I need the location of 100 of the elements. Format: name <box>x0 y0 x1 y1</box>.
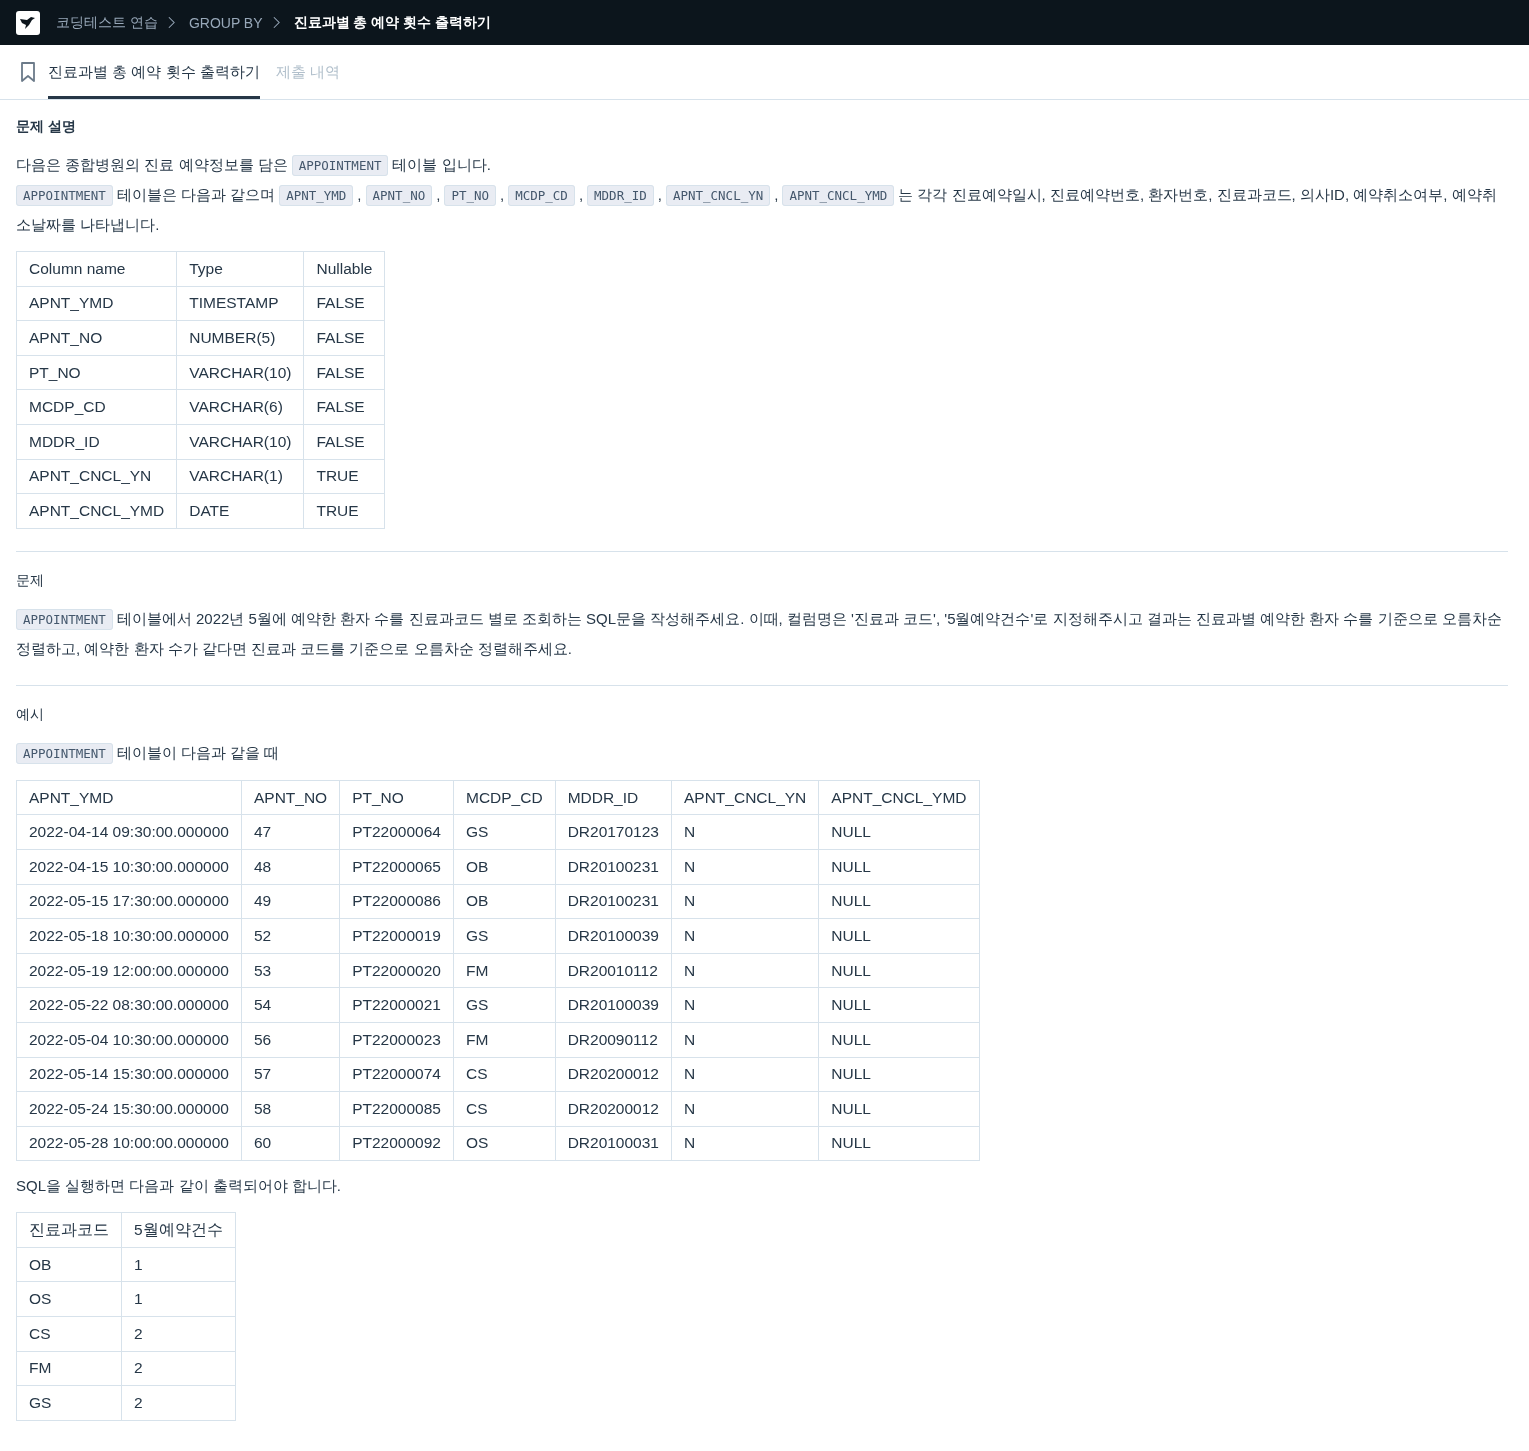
table-header-cell: Nullable <box>303 251 385 287</box>
table-cell: FALSE <box>303 389 385 425</box>
table-cell: 48 <box>241 849 340 885</box>
table-cell: 1 <box>121 1247 236 1282</box>
breadcrumb-link[interactable]: 코딩테스트 연습 <box>56 13 158 32</box>
table-cell: NULL <box>818 1126 980 1161</box>
table-cell: NULL <box>818 884 980 919</box>
table-cell: N <box>671 1057 819 1092</box>
breadcrumb-link[interactable]: GROUP BY <box>188 14 263 31</box>
breadcrumb-link[interactable]: 진료과별 총 예약 횟수 출력하기 <box>293 13 492 32</box>
table-cell: PT22000085 <box>339 1091 454 1127</box>
bookmark-icon[interactable] <box>20 62 36 82</box>
table-cell: DR20010112 <box>555 953 672 988</box>
table-cell: N <box>671 918 819 954</box>
paragraph-text: APPOINTMENT 테이블에서 2022년 5월에 예약한 환자 수를 진료과코드 별로 조회하는 SQL문을 작성해주세요. 이때, 컬럼명은 '진료과 코드', '5월예약건수'로 지정해주시고 결과는 진료과별 예약한 환자 수를 기준으로 오름차순 정렬하고, 예약한 환자 수가 같다면 진료과 코드를 기준으로 오름차순 정렬해주세요. <box>16 607 1503 659</box>
table-cell: APNT_CNCL_YMD <box>16 493 177 529</box>
tab[interactable]: 진료과별 총 예약 횟수 출력하기 <box>48 45 260 99</box>
table-cell: VARCHAR(10) <box>176 424 304 460</box>
table-header-cell: APNT_CNCL_YN <box>671 780 819 815</box>
table-header-cell: Column name <box>16 251 177 287</box>
table-cell: 58 <box>241 1091 340 1127</box>
table-cell: 2022-05-15 17:30:00.000000 <box>16 884 242 919</box>
table-cell: NULL <box>818 814 980 850</box>
table-cell: DR20100231 <box>555 884 672 919</box>
table-cell: 57 <box>241 1057 340 1092</box>
table-cell: APNT_CNCL_YN <box>16 459 177 494</box>
table-cell: PT22000020 <box>339 953 454 988</box>
table-cell: PT_NO <box>16 355 177 390</box>
table-cell: OB <box>453 884 556 919</box>
table-header-cell: 진료과코드 <box>16 1212 122 1248</box>
table-cell: NULL <box>818 849 980 885</box>
section-heading: 예시 <box>16 705 45 724</box>
table-header-cell: APNT_YMD <box>16 780 242 815</box>
table-cell: NULL <box>818 918 980 954</box>
table-cell: PT22000019 <box>339 918 454 954</box>
table-cell: FALSE <box>303 355 385 390</box>
table-cell: N <box>671 849 819 885</box>
table-cell: PT22000021 <box>339 987 454 1023</box>
paragraph-text: APPOINTMENT 테이블이 다음과 같을 때 <box>16 737 1508 768</box>
table-cell: NULL <box>818 1022 980 1057</box>
table-cell: 2 <box>121 1351 236 1386</box>
table-cell: 2022-05-22 08:30:00.000000 <box>16 987 242 1023</box>
table-cell: MCDP_CD <box>16 389 177 425</box>
table-cell: N <box>671 814 819 850</box>
bird-logo-icon[interactable] <box>16 10 40 35</box>
table-header-cell: 5월예약건수 <box>121 1212 236 1248</box>
paragraph-text: SQL을 실행하면 다음과 같이 출력되어야 합니다. <box>16 1176 343 1197</box>
table-cell: MDDR_ID <box>16 424 177 460</box>
table-cell: TRUE <box>303 459 385 494</box>
table-cell: PT22000074 <box>339 1057 454 1092</box>
table-header-cell: APNT_NO <box>241 780 340 815</box>
table-cell: N <box>671 1022 819 1057</box>
table-cell: OB <box>453 849 556 885</box>
table-cell: VARCHAR(1) <box>176 459 304 494</box>
section-heading: 문제 설명 <box>16 118 77 136</box>
table-cell: DR20200012 <box>555 1057 672 1092</box>
table-cell: 2022-05-14 15:30:00.000000 <box>16 1057 242 1092</box>
table-cell: 2022-04-14 09:30:00.000000 <box>16 814 242 850</box>
table-cell: 60 <box>241 1126 340 1161</box>
table-cell: FM <box>16 1351 122 1386</box>
table-cell: 47 <box>241 814 340 850</box>
paragraph-text: APPOINTMENT 테이블은 다음과 같으며 APNT_YMD , APNT_NO , PT_NO , MCDP_CD , MDDR_ID , APNT_CNCL_YN , APNT_CNCL_YMD 는 각각 진료예약일시, 진료예약번호, 환자번호, 진료과코드, 의사ID, 예약취소여부, 예약취소날짜를 나타냅니다. <box>16 184 1498 235</box>
table-cell: FALSE <box>303 424 385 460</box>
table-cell: APNT_NO <box>16 320 177 356</box>
table-cell: 2022-05-24 15:30:00.000000 <box>16 1091 242 1127</box>
table-cell: FM <box>453 1022 556 1057</box>
table-cell: FALSE <box>303 320 385 356</box>
paragraph-text: 다음은 종합병원의 진료 예약정보를 담은 APPOINTMENT 테이블 입니다. <box>16 150 1508 180</box>
table-cell: 2022-04-15 10:30:00.000000 <box>16 849 242 885</box>
table-header-cell: Type <box>176 251 304 287</box>
table-cell: VARCHAR(6) <box>176 389 304 425</box>
table-cell: NULL <box>818 953 980 988</box>
chevron-right-icon <box>272 16 280 29</box>
table-cell: GS <box>453 987 556 1023</box>
table-cell: CS <box>453 1057 556 1092</box>
table-cell: OB <box>16 1247 122 1282</box>
table-cell: CS <box>453 1091 556 1127</box>
table-cell: DR20170123 <box>555 814 672 850</box>
table-cell: 53 <box>241 953 340 988</box>
table-cell: N <box>671 953 819 988</box>
table-cell: 2022-05-19 12:00:00.000000 <box>16 953 242 988</box>
table-cell: 56 <box>241 1022 340 1057</box>
table-cell: DR20100031 <box>555 1126 672 1161</box>
table-cell: TRUE <box>303 493 385 529</box>
table-cell: 2 <box>121 1385 236 1421</box>
table-cell: GS <box>453 814 556 850</box>
table-cell: NUMBER(5) <box>176 320 304 356</box>
table-cell: 54 <box>241 987 340 1023</box>
table-cell: 2 <box>121 1316 236 1352</box>
table-cell: APNT_YMD <box>16 286 177 321</box>
table-cell: NULL <box>818 1057 980 1092</box>
table-cell: PT22000092 <box>339 1126 454 1161</box>
table-header-cell: APNT_CNCL_YMD <box>818 780 980 815</box>
table-header-cell: MDDR_ID <box>555 780 672 815</box>
table-cell: PT22000064 <box>339 814 454 850</box>
table-cell: TIMESTAMP <box>176 286 304 321</box>
table-cell: DR20100039 <box>555 918 672 954</box>
chevron-right-icon <box>167 16 175 29</box>
table-cell: 2022-05-04 10:30:00.000000 <box>16 1022 242 1057</box>
table-cell: GS <box>453 918 556 954</box>
